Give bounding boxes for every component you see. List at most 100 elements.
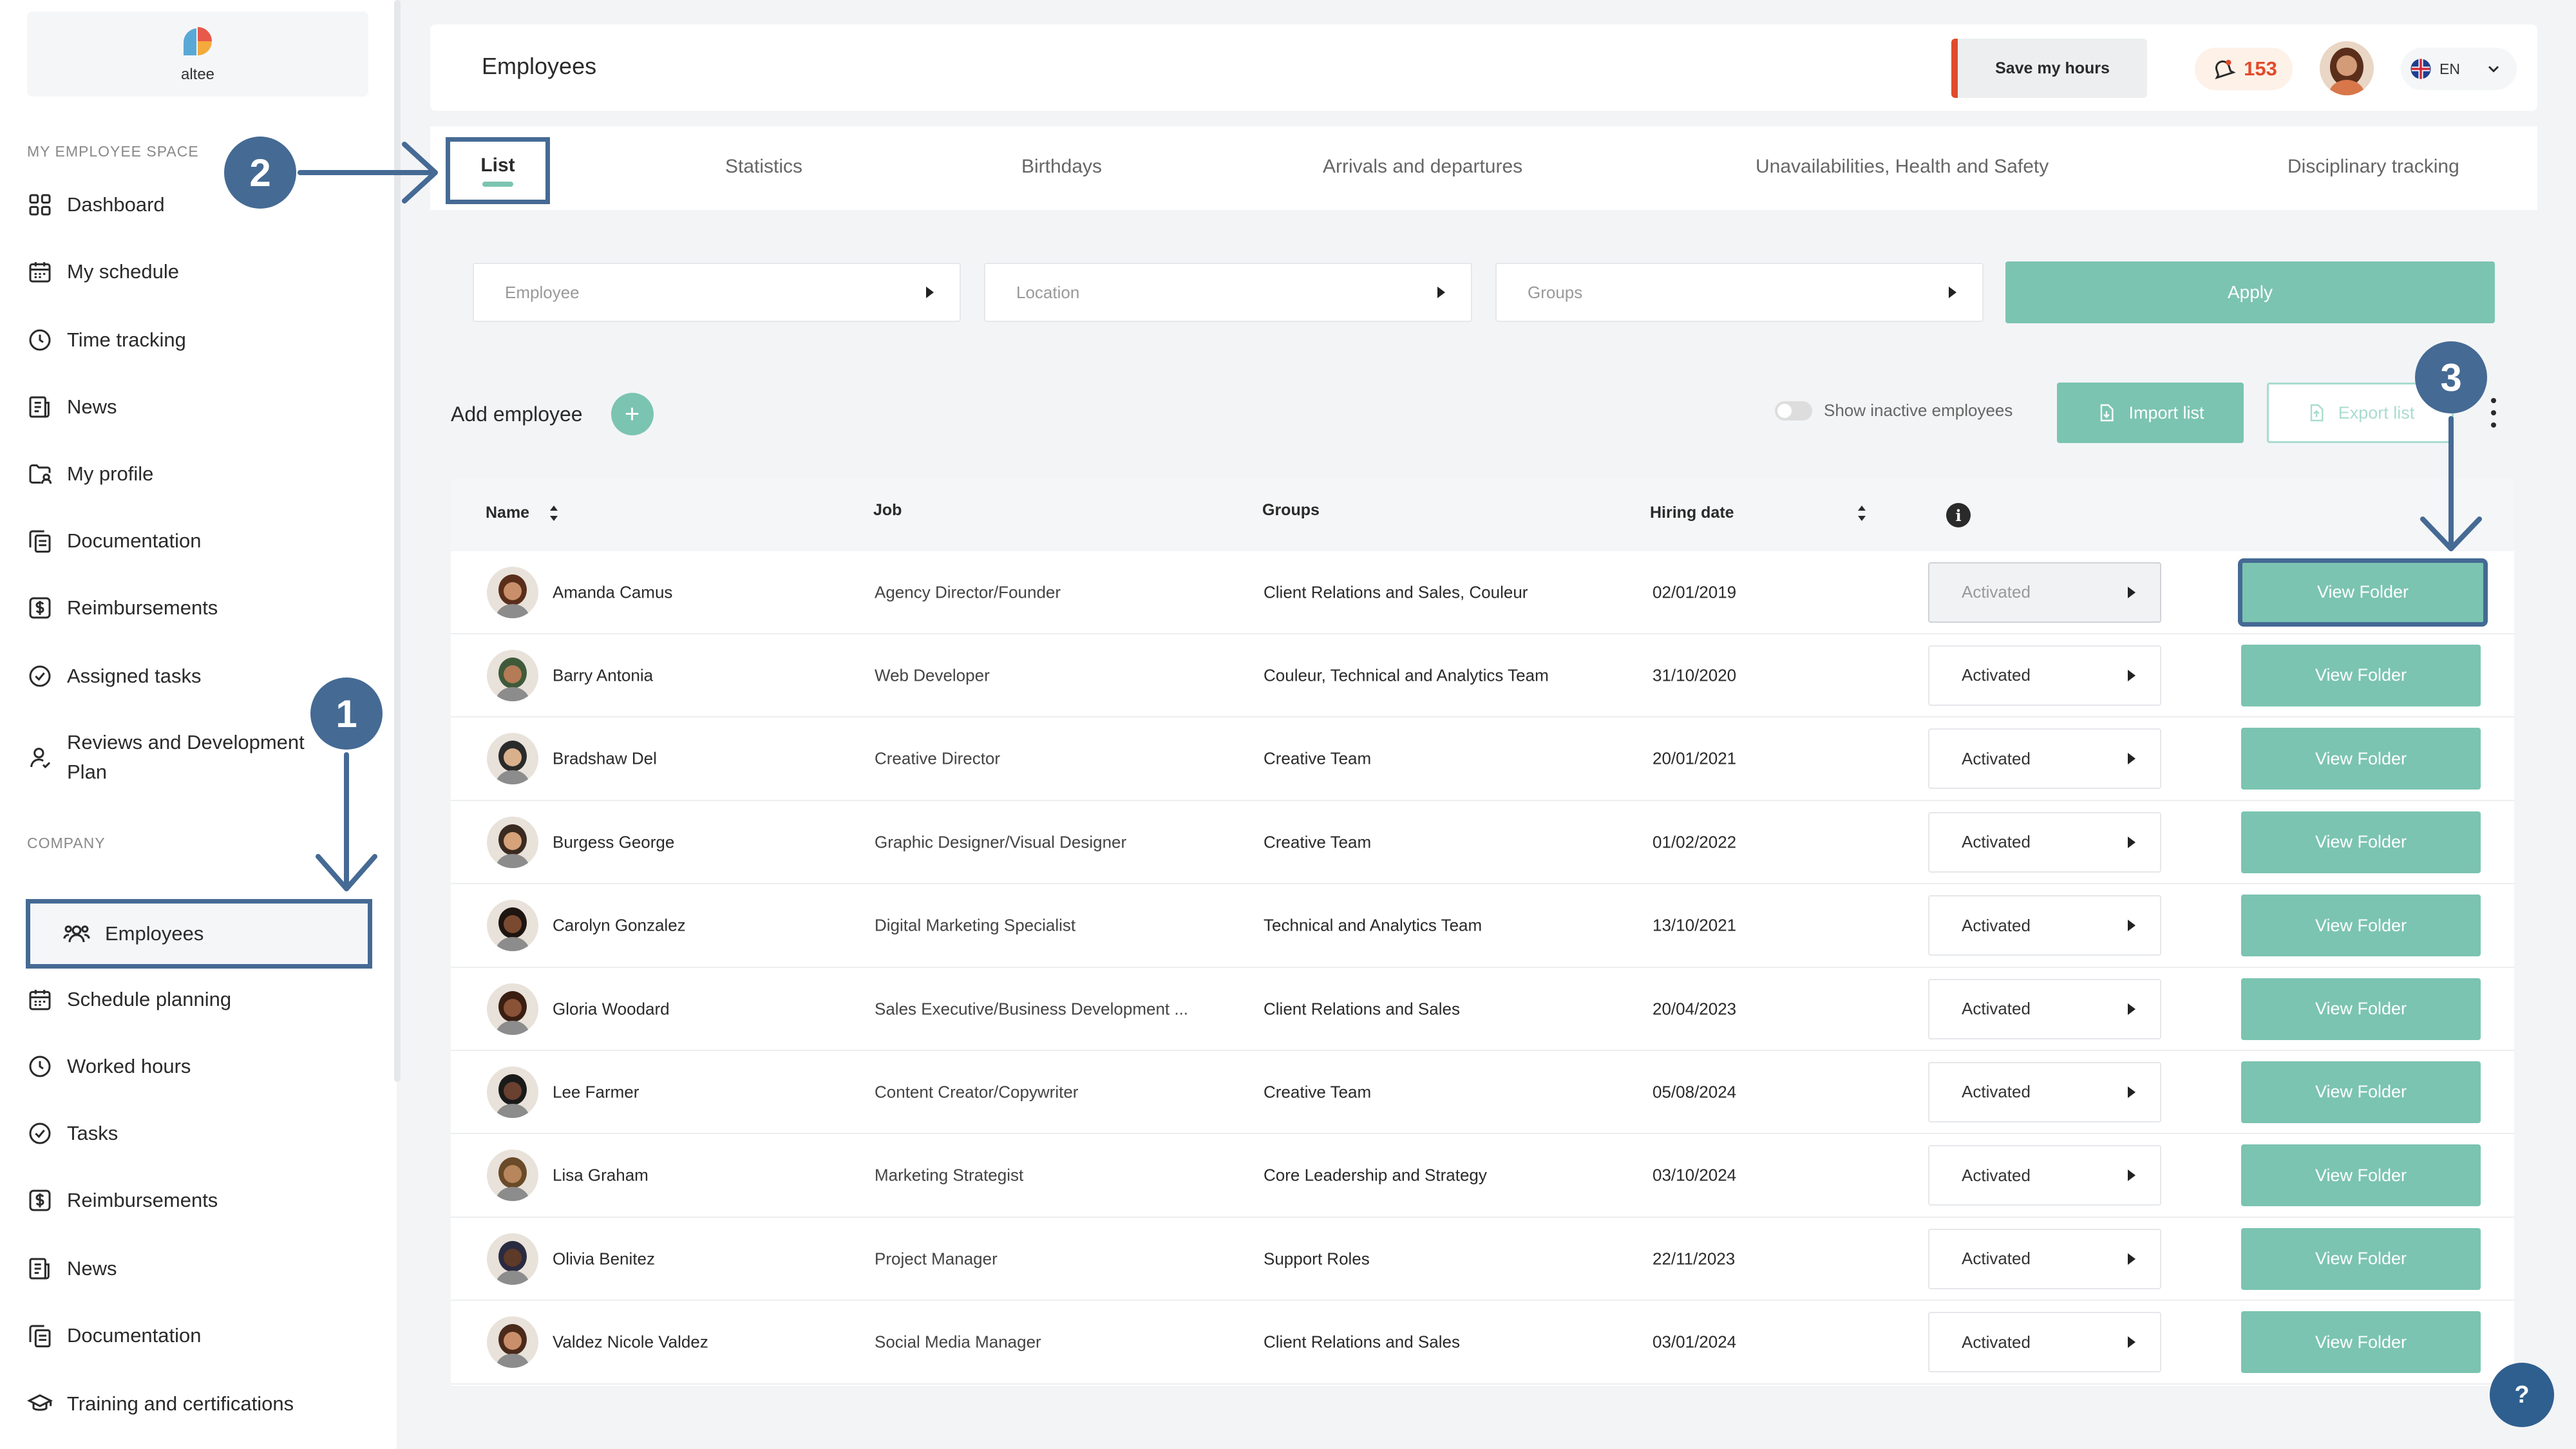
apply-button[interactable]: Apply [2005,261,2495,323]
employee-name[interactable]: Bradshaw Del [553,749,657,769]
sidebar-scrollbar[interactable] [394,0,401,1082]
sidebar-item-documentation[interactable]: Documentation [27,528,202,554]
notification-count: 153 [2244,57,2277,80]
sort-icon[interactable] [1857,504,1867,522]
sidebar-item-employees[interactable]: Employees [26,899,372,969]
add-employee-button[interactable]: + [611,393,654,435]
calendar-icon [29,262,51,283]
check-circle-icon [29,1122,51,1144]
employee-name[interactable]: Amanda Camus [553,582,672,602]
status-value: Activated [1962,1332,2031,1352]
sidebar-item-news[interactable]: News [27,394,117,420]
section-company: COMPANY [27,835,106,851]
status-value: Activated [1962,1249,2031,1269]
view-folder-button[interactable]: View Folder [2238,558,2488,627]
location-filter[interactable]: Location [984,263,1472,322]
table-row: Valdez Nicole Valdez Social Media Manage… [451,1302,2514,1385]
employee-groups: Technical and Analytics Team [1264,915,1482,935]
view-folder-button[interactable]: View Folder [2241,1311,2481,1374]
employee-hiring-date: 13/10/2021 [1653,915,1737,935]
status-select[interactable]: Activated [1928,978,2161,1039]
column-hiring-date[interactable]: Hiring date [1650,504,1867,522]
employee-name[interactable]: Lee Farmer [553,1082,639,1102]
column-name[interactable]: Name [486,504,559,522]
user-avatar[interactable] [2320,41,2374,95]
top-header: Employees Save my hours 153 EN [430,24,2537,111]
status-select[interactable]: Activated [1928,1312,2161,1373]
employee-job: Project Manager [875,1249,998,1269]
tab-bar: List Statistics Birthdays Arrivals and d… [430,126,2537,210]
employee-name[interactable]: Burgess George [553,832,674,852]
status-value: Activated [1962,748,2031,768]
sidebar-item-documentation-company[interactable]: Documentation [27,1323,202,1349]
add-employee-row: Add employee + [451,393,654,435]
employee-name[interactable]: Valdez Nicole Valdez [553,1332,708,1352]
column-status-info[interactable]: i [1946,503,1971,527]
view-folder-button[interactable]: View Folder [2241,978,2481,1040]
view-folder-button[interactable]: View Folder [2241,895,2481,957]
sort-icon[interactable] [549,504,559,522]
groups-filter[interactable]: Groups [1495,263,1984,322]
import-list-button[interactable]: Import list [2057,383,2244,443]
language-selector[interactable]: EN [2401,48,2517,90]
caret-right-icon [926,287,934,298]
save-my-hours-button[interactable]: Save my hours [1951,39,2147,98]
sidebar-item-news-company[interactable]: News [27,1256,117,1282]
status-select[interactable]: Activated [1928,728,2161,790]
more-options-icon[interactable] [2487,398,2500,428]
view-folder-button[interactable]: View Folder [2241,1227,2481,1290]
bell-icon [2215,59,2236,80]
tab-arrivals-departures[interactable]: Arrivals and departures [1323,156,1522,178]
view-folder-button[interactable]: View Folder [2241,728,2481,790]
caret-right-icon [2128,669,2136,681]
view-folder-button[interactable]: View Folder [2241,644,2481,706]
sidebar-item-tasks[interactable]: Tasks [27,1121,118,1146]
grid-icon [29,194,51,216]
sidebar-item-dashboard[interactable]: Dashboard [27,192,165,218]
sidebar-item-training-certifications[interactable]: Training and certifications [27,1391,294,1417]
employee-name[interactable]: Olivia Benitez [553,1249,655,1269]
view-folder-button[interactable]: View Folder [2241,1061,2481,1123]
tab-disciplinary-tracking[interactable]: Disciplinary tracking [2287,156,2459,178]
sidebar-item-worked-hours[interactable]: Worked hours [27,1054,191,1079]
status-select[interactable]: Activated [1928,1228,2161,1289]
sidebar-item-my-profile[interactable]: My profile [27,461,153,487]
employee-filter[interactable]: Employee [473,263,961,322]
employee-name[interactable]: Carolyn Gonzalez [553,916,686,936]
status-select[interactable]: Activated [1928,562,2161,623]
sidebar-item-reimbursements[interactable]: Reimbursements [27,595,218,621]
tab-list[interactable]: List [446,137,550,204]
tab-birthdays[interactable]: Birthdays [1021,156,1102,178]
status-select[interactable]: Activated [1928,1145,2161,1206]
tab-unavailabilities-health-safety[interactable]: Unavailabilities, Health and Safety [1756,156,2049,178]
employee-avatar [487,1066,538,1118]
sidebar-item-reimbursements-company[interactable]: Reimbursements [27,1188,218,1213]
table-row: Barry Antonia Web Developer Couleur, Tec… [451,634,2514,718]
caret-right-icon [2128,836,2136,848]
employee-name[interactable]: Gloria Woodard [553,999,670,1019]
location-filter-placeholder: Location [1016,282,1080,302]
clock-icon [29,329,51,351]
status-select[interactable]: Activated [1928,645,2161,706]
sidebar-item-my-schedule[interactable]: My schedule [27,259,179,285]
tab-statistics[interactable]: Statistics [725,156,802,178]
employee-name[interactable]: Barry Antonia [553,665,653,685]
status-select[interactable]: Activated [1928,811,2161,873]
notifications-button[interactable]: 153 [2195,48,2293,90]
sidebar-item-assigned-tasks[interactable]: Assigned tasks [27,663,202,689]
view-folder-button[interactable]: View Folder [2241,811,2481,873]
sidebar-item-reviews-development-plan[interactable]: Reviews and Development Plan [27,728,305,787]
sidebar-item-schedule-planning[interactable]: Schedule planning [27,987,231,1012]
status-select[interactable]: Activated [1928,1061,2161,1122]
brand-name: altee [180,66,215,83]
help-button[interactable]: ? [2490,1363,2554,1427]
status-select[interactable]: Activated [1928,895,2161,956]
brand-logo[interactable]: altee [27,12,368,97]
sidebar-item-time-tracking[interactable]: Time tracking [27,327,186,353]
view-folder-button[interactable]: View Folder [2241,1144,2481,1207]
show-inactive-toggle[interactable] [1775,401,1812,421]
employee-avatar [487,983,538,1035]
employee-avatar [487,733,538,785]
info-icon[interactable]: i [1946,503,1971,527]
employee-name[interactable]: Lisa Graham [553,1166,649,1186]
